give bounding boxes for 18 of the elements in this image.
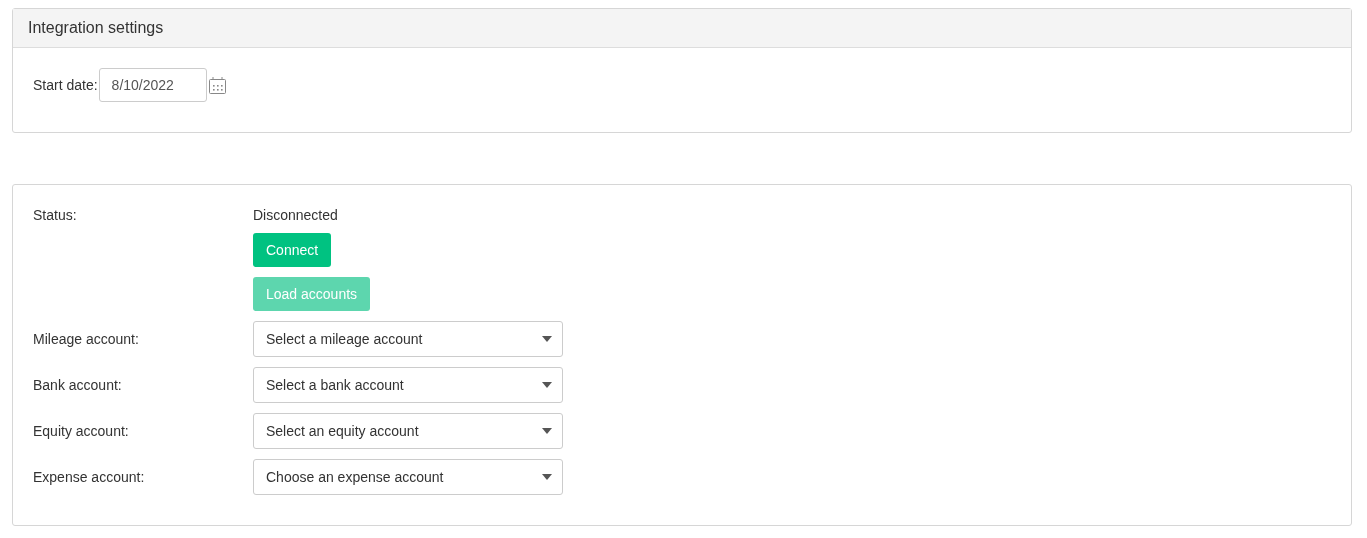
calendar-icon[interactable]: [207, 75, 227, 95]
panel-header: Integration settings: [13, 9, 1351, 48]
date-field[interactable]: 8/10/2022: [98, 68, 207, 102]
field-label: Start date:: [33, 77, 98, 93]
account-dropdown[interactable]: Select an equity account: [253, 413, 563, 449]
field-label: Expense account:: [33, 469, 146, 485]
caret-icon: [542, 428, 552, 434]
field-label: Mileage account:: [33, 331, 140, 347]
caret-icon: [542, 336, 552, 342]
account-dropdown[interactable]: Choose an expense account: [253, 459, 563, 495]
field-label: Bank account:: [33, 377, 123, 393]
status-value: Disconnected: [253, 207, 339, 223]
account-dropdown[interactable]: Select a bank account: [253, 367, 563, 403]
field-label: Status:: [33, 207, 78, 223]
caret-icon: [542, 382, 552, 388]
field-label: Equity account:: [33, 423, 130, 439]
caret-icon: [542, 474, 552, 480]
account-dropdown[interactable]: Select a mileage account: [253, 321, 563, 357]
